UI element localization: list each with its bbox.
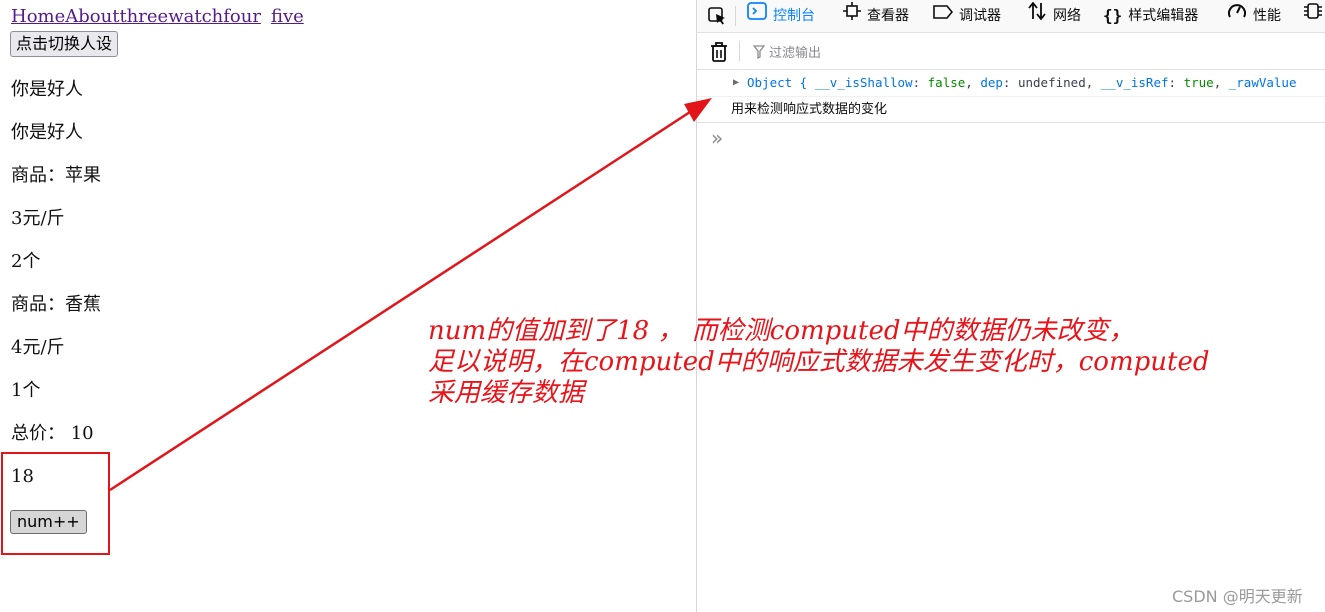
console-filter-bar: 过滤输出 bbox=[697, 33, 1325, 70]
product-name-2: 商品：香蕉 bbox=[11, 294, 101, 315]
log-colon: : bbox=[1002, 75, 1018, 90]
log-comma: , bbox=[965, 75, 981, 90]
persona-text-2: 你是好人 bbox=[11, 122, 83, 143]
nav-link-home[interactable]: Home bbox=[11, 6, 65, 27]
watermark: CSDN @明天更新 bbox=[1172, 587, 1303, 606]
memory-icon bbox=[1303, 0, 1323, 32]
log-colon: : bbox=[912, 75, 928, 90]
tab-performance-label: 性能 bbox=[1253, 8, 1281, 24]
tab-style-editor[interactable]: {} 样式编辑器 bbox=[1103, 0, 1198, 32]
total-price: 总价： 10 bbox=[11, 423, 94, 444]
annotation-line-3: 采用缓存数据 bbox=[428, 378, 585, 408]
product-name-1: 商品：苹果 bbox=[11, 165, 101, 186]
filter-placeholder: 过滤输出 bbox=[769, 46, 822, 61]
style-editor-icon: {} bbox=[1103, 6, 1123, 25]
router-nav: HomeAboutthreewatchfour five bbox=[11, 6, 304, 27]
expand-triangle-icon[interactable]: ▶ bbox=[733, 72, 739, 94]
tab-performance[interactable]: 性能 bbox=[1227, 0, 1281, 32]
log-value: true bbox=[1183, 75, 1214, 90]
log-colon: : bbox=[1168, 75, 1184, 90]
tab-network-label: 网络 bbox=[1053, 8, 1081, 24]
log-message-text: 用来检测响应式数据的变化 bbox=[731, 102, 888, 117]
log-value: false bbox=[927, 75, 966, 90]
filter-output-input[interactable]: 过滤输出 bbox=[752, 42, 822, 63]
annotation-line-1: num的值加到了18 ， 而检测computed中的数据仍未改变， bbox=[428, 316, 1135, 346]
nav-link-watch[interactable]: watch bbox=[168, 6, 223, 27]
product-price-1: 3元/斤 bbox=[11, 208, 65, 229]
nav-link-five[interactable]: five bbox=[271, 6, 304, 27]
highlight-box bbox=[1, 452, 110, 555]
debugger-icon bbox=[933, 0, 954, 32]
nav-link-three[interactable]: three bbox=[119, 6, 168, 27]
persona-text-1: 你是好人 bbox=[11, 79, 83, 100]
tab-network[interactable]: 网络 bbox=[1027, 0, 1081, 32]
log-key: __v_isRef bbox=[1100, 75, 1169, 90]
log-value: undefined bbox=[1017, 75, 1086, 90]
tab-style-editor-label: 样式编辑器 bbox=[1128, 8, 1199, 24]
annotation-line-2: 足以说明，在computed中的响应式数据未发生变化时，computed bbox=[428, 347, 1210, 377]
log-key: __v_isShallow bbox=[814, 75, 913, 90]
tab-debugger[interactable]: 调试器 bbox=[933, 0, 1001, 32]
performance-icon bbox=[1227, 0, 1247, 32]
log-comma: , bbox=[1085, 75, 1101, 90]
product-count-1: 2个 bbox=[11, 251, 41, 272]
log-key: dep bbox=[980, 75, 1003, 90]
switch-persona-button[interactable]: 点击切换人设 bbox=[10, 31, 119, 57]
log-key: _rawValue bbox=[1228, 75, 1297, 90]
element-picker-icon[interactable] bbox=[707, 6, 727, 26]
product-count-2: 1个 bbox=[11, 380, 41, 401]
nav-link-about[interactable]: About bbox=[65, 6, 119, 27]
tab-inspector[interactable]: 查看器 bbox=[843, 0, 909, 32]
annotation-note: num的值加到了18 ， 而检测computed中的数据仍未改变， 足以说明，在… bbox=[428, 316, 1209, 409]
log-object-prefix: Object { bbox=[747, 75, 815, 90]
tab-more[interactable] bbox=[1303, 0, 1325, 32]
product-price-2: 4元/斤 bbox=[11, 337, 65, 358]
devtools-toolbar: 控制台 查看器 调试器 网络 {} 样式编辑器 性能 bbox=[697, 0, 1325, 33]
console-log-message: 用来检测响应式数据的变化 bbox=[697, 96, 1325, 123]
tab-console-label: 控制台 bbox=[773, 8, 815, 24]
toolbar-separator bbox=[735, 6, 736, 26]
trash-icon[interactable] bbox=[709, 41, 729, 63]
tab-debugger-label: 调试器 bbox=[959, 8, 1001, 24]
devtools-panel: 控制台 查看器 调试器 网络 {} 样式编辑器 性能 过滤输出 ▶ Object… bbox=[696, 0, 1325, 612]
nav-link-four[interactable]: four bbox=[223, 6, 261, 27]
log-comma: , bbox=[1213, 75, 1229, 90]
console-icon bbox=[747, 0, 767, 32]
tab-inspector-label: 查看器 bbox=[867, 8, 909, 24]
filter-separator bbox=[739, 41, 740, 61]
network-icon bbox=[1027, 0, 1047, 32]
console-prompt-icon[interactable]: » bbox=[711, 126, 723, 150]
filter-icon bbox=[752, 44, 766, 63]
tab-console[interactable]: 控制台 bbox=[747, 0, 815, 32]
console-log-object[interactable]: ▶ Object { __v_isShallow: false, dep: un… bbox=[697, 72, 1325, 94]
inspector-icon bbox=[843, 0, 861, 32]
log-object-text: Object { __v_isShallow: false, dep: unde… bbox=[747, 72, 1296, 94]
